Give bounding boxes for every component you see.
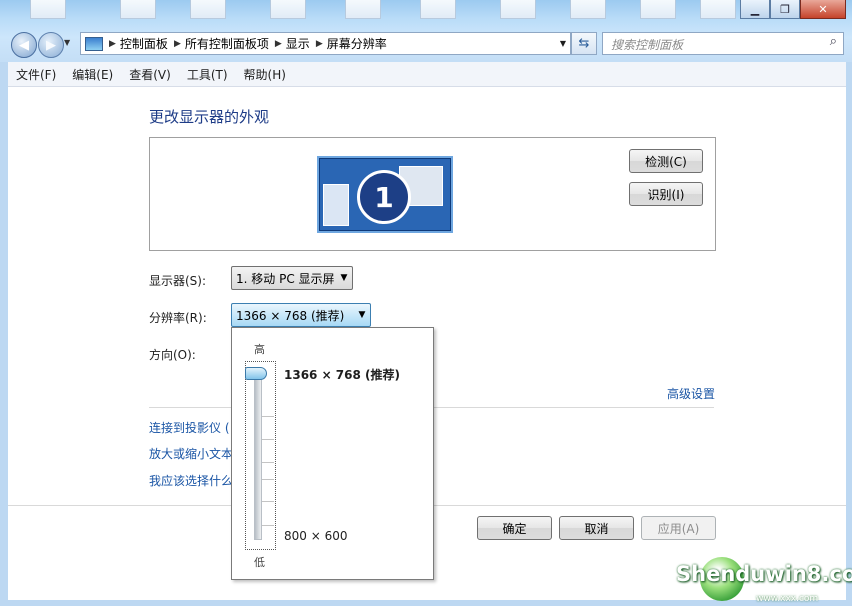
back-icon[interactable]: ◀	[11, 32, 37, 58]
search-placeholder: 搜索控制面板	[611, 38, 684, 52]
menu-view[interactable]: 查看(V)	[121, 66, 179, 83]
projector-link[interactable]: 连接到投影仪 (	[149, 419, 230, 436]
desktop-icon	[570, 0, 606, 19]
desktop-icon	[345, 0, 381, 19]
recent-pages-icon[interactable]: ▼	[64, 38, 70, 47]
slider-tick	[262, 525, 274, 526]
slider-tick	[262, 439, 274, 440]
resolution-slider-track[interactable]	[254, 368, 262, 540]
slider-tick	[262, 462, 274, 463]
slider-tick	[262, 416, 274, 417]
desktop-icon	[190, 0, 226, 19]
address-bar[interactable]: ▶ 控制面板 ▶ 所有控制面板项 ▶ 显示 ▶ 屏幕分辨率 ▼	[80, 32, 571, 55]
advanced-settings-link[interactable]: 高级设置	[667, 385, 715, 402]
display-select[interactable]: 1. 移动 PC 显示屏 ▼	[231, 266, 353, 290]
apply-button[interactable]: 应用(A)	[641, 516, 716, 540]
window-frame-left	[0, 62, 8, 606]
page-title: 更改显示器的外观	[149, 108, 270, 126]
watermark-subtext: www.xxx.com	[756, 594, 819, 604]
resolution-slider-popup: 高 1366 × 768 (推荐) 800 × 600 低	[231, 327, 434, 580]
desktop-icon	[120, 0, 156, 19]
watermark-text: Shenduwin8.com	[676, 562, 852, 586]
cancel-button[interactable]: 取消	[559, 516, 634, 540]
resolution-select-value: 1366 × 768 (推荐)	[236, 308, 345, 323]
monitor-icon[interactable]: 1	[317, 156, 453, 233]
resolution-slider-thumb[interactable]	[245, 367, 267, 380]
restore-icon[interactable]: ❐	[770, 0, 800, 19]
window-controls: ▁ ❐ ✕	[740, 0, 846, 20]
window-frame-right	[846, 62, 852, 606]
display-settings-help-link[interactable]: 我应该选择什么	[149, 472, 233, 489]
text-size-link[interactable]: 放大或缩小文本	[149, 445, 233, 462]
menu-file[interactable]: 文件(F)	[8, 66, 64, 83]
display-select-value: 1. 移动 PC 显示屏	[236, 271, 335, 286]
ok-button[interactable]: 确定	[477, 516, 552, 540]
display-preview-panel: 1 检测(C) 识别(I)	[149, 137, 716, 251]
desktop-icon	[640, 0, 676, 19]
desktop-icon	[30, 0, 66, 19]
resolution-label: 分辨率(R):	[149, 311, 207, 325]
orientation-label: 方向(O):	[149, 348, 196, 362]
chevron-right-icon: ▶	[274, 38, 282, 49]
close-icon[interactable]: ✕	[800, 0, 846, 19]
menu-edit[interactable]: 编辑(E)	[64, 66, 121, 83]
resolution-select[interactable]: 1366 × 768 (推荐) ▼	[231, 303, 371, 327]
breadcrumb-item[interactable]: 屏幕分辨率	[327, 35, 387, 52]
display-label: 显示器(S):	[149, 274, 207, 288]
slider-tick	[262, 501, 274, 502]
refresh-icon[interactable]: ⇆	[571, 32, 597, 55]
desktop-icon	[270, 0, 306, 19]
chevron-right-icon: ▶	[315, 38, 323, 49]
minimize-icon[interactable]: ▁	[740, 0, 770, 19]
chevron-down-icon: ▼	[358, 310, 366, 320]
search-input[interactable]: 搜索控制面板 ⌕	[602, 32, 844, 55]
menu-help[interactable]: 帮助(H)	[236, 66, 294, 83]
search-icon[interactable]: ⌕	[830, 34, 837, 49]
resolution-option-max[interactable]: 1366 × 768 (推荐)	[284, 366, 400, 383]
breadcrumb-item[interactable]: 控制面板	[120, 35, 168, 52]
desktop-icon	[420, 0, 456, 19]
breadcrumb-item[interactable]: 显示	[286, 35, 310, 52]
forward-icon[interactable]: ▶	[38, 32, 64, 58]
slider-tick	[262, 479, 274, 480]
menu-tools[interactable]: 工具(T)	[179, 66, 236, 83]
resolution-option-min[interactable]: 800 × 600	[284, 529, 348, 543]
menu-bar: 文件(F) 编辑(E) 查看(V) 工具(T) 帮助(H)	[8, 62, 846, 87]
high-label: 高	[254, 343, 265, 356]
desktop-icon	[700, 0, 736, 19]
breadcrumb-item[interactable]: 所有控制面板项	[185, 35, 269, 52]
chevron-right-icon: ▶	[173, 38, 181, 49]
monitor-number-badge: 1	[357, 170, 411, 224]
chevron-down-icon: ▼	[340, 273, 348, 283]
address-dropdown-icon[interactable]: ▼	[560, 39, 566, 48]
window-thumbnail	[323, 184, 349, 226]
control-panel-icon	[85, 36, 103, 51]
identify-button[interactable]: 识别(I)	[629, 182, 703, 206]
chevron-right-icon: ▶	[109, 38, 116, 49]
low-label: 低	[254, 556, 265, 569]
desktop-icon	[500, 0, 536, 19]
detect-button[interactable]: 检测(C)	[629, 149, 703, 173]
